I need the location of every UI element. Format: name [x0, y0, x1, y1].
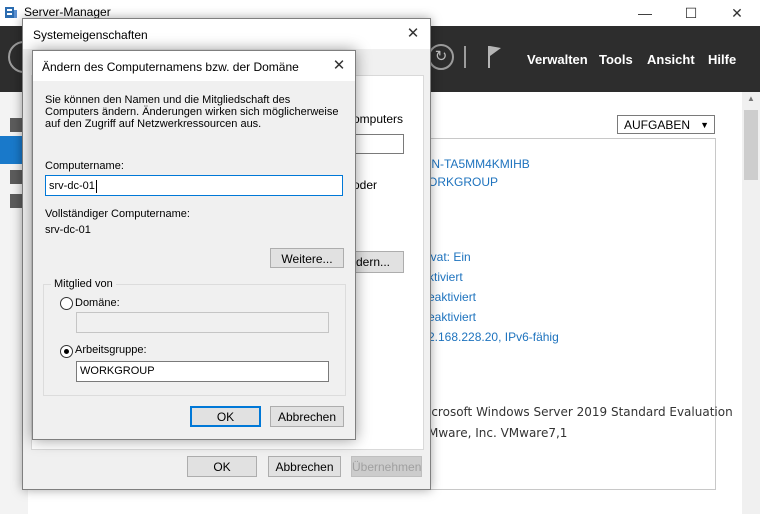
notifications-flag-icon[interactable]: [486, 44, 502, 70]
computer-name-input[interactable]: srv-dc-01: [45, 175, 343, 196]
system-properties-title: Systemeigenschaften: [33, 28, 148, 42]
change-name-title: Ändern des Computernamens bzw. der Domän…: [42, 60, 299, 74]
computer-description-input[interactable]: [353, 134, 404, 154]
hint-text-fragment: oder: [353, 178, 378, 192]
remote-desktop-link[interactable]: eaktiviert: [428, 290, 476, 304]
workgroup-label: Arbeitsgruppe:: [75, 344, 147, 356]
menu-ansicht[interactable]: Ansicht: [647, 52, 695, 67]
full-computer-name-value: srv-dc-01: [45, 224, 91, 236]
scrollbar-thumb[interactable]: [744, 110, 758, 180]
change-name-ok-button[interactable]: OK: [190, 406, 261, 427]
workgroup-radio-selected-dot: [64, 349, 69, 354]
system-ok-button[interactable]: OK: [187, 456, 257, 477]
domain-input[interactable]: [76, 312, 329, 333]
menu-tools[interactable]: Tools: [599, 52, 633, 67]
change-name-description: Sie können den Namen und die Mitgliedsch…: [45, 94, 339, 130]
nic-teaming-link[interactable]: eaktiviert: [428, 310, 476, 324]
change-name-close-button[interactable]: ✕: [327, 55, 351, 77]
member-of-label: Mitglied von: [51, 278, 116, 290]
computer-name-label: Computername:: [45, 160, 124, 172]
os-value: icrosoft Windows Server 2019 Standard Ev…: [428, 405, 733, 419]
tasks-label: AUFGABEN: [624, 118, 691, 132]
change-computer-name-dialog: Ändern des Computernamens bzw. der Domän…: [32, 50, 356, 440]
domain-radio[interactable]: [60, 297, 73, 310]
full-computer-name-label: Vollständiger Computername:: [45, 208, 190, 220]
workgroup-link[interactable]: ORKGROUP: [428, 175, 498, 189]
maximize-button[interactable]: ☐: [668, 0, 714, 26]
tasks-dropdown[interactable]: AUFGABEN ▼: [617, 115, 715, 134]
workgroup-input[interactable]: WORKGROUP: [76, 361, 329, 382]
text-caret: [95, 179, 97, 193]
close-window-button[interactable]: ✕: [714, 0, 760, 26]
workgroup-radio[interactable]: [60, 345, 73, 358]
computer-name-link[interactable]: IN-TA5MM4KMIHB: [428, 157, 530, 171]
more-button[interactable]: Weitere...: [270, 248, 344, 268]
menu-verwalten[interactable]: Verwalten: [527, 52, 588, 67]
firewall-link[interactable]: ivat: Ein: [428, 250, 471, 264]
hardware-value: Mware, Inc. VMware7,1: [428, 426, 568, 440]
toolbar-divider: [464, 46, 466, 68]
dropdown-arrow-icon: ▼: [700, 120, 709, 130]
system-cancel-button[interactable]: Abbrechen: [268, 456, 341, 477]
minimize-button[interactable]: —: [622, 0, 668, 26]
server-manager-app-icon: [5, 7, 17, 18]
change-name-cancel-button[interactable]: Abbrechen: [270, 406, 344, 427]
ethernet-link[interactable]: 2.168.228.20, IPv6-fähig: [428, 330, 559, 344]
description-text-fragment: omputers: [353, 112, 404, 126]
server-manager-title: Server-Manager: [24, 5, 111, 19]
menu-hilfe[interactable]: Hilfe: [708, 52, 736, 67]
change-button[interactable]: dern...: [353, 251, 404, 273]
scroll-up-arrow-icon[interactable]: ▲: [742, 94, 760, 108]
system-properties-close-button[interactable]: ✕: [401, 23, 425, 45]
domain-label: Domäne:: [75, 297, 120, 309]
system-apply-button[interactable]: Übernehmen: [351, 456, 422, 477]
remote-management-link[interactable]: ktiviert: [428, 270, 463, 284]
refresh-icon[interactable]: ↻: [428, 44, 454, 70]
computer-name-input-value: srv-dc-01: [49, 180, 95, 192]
